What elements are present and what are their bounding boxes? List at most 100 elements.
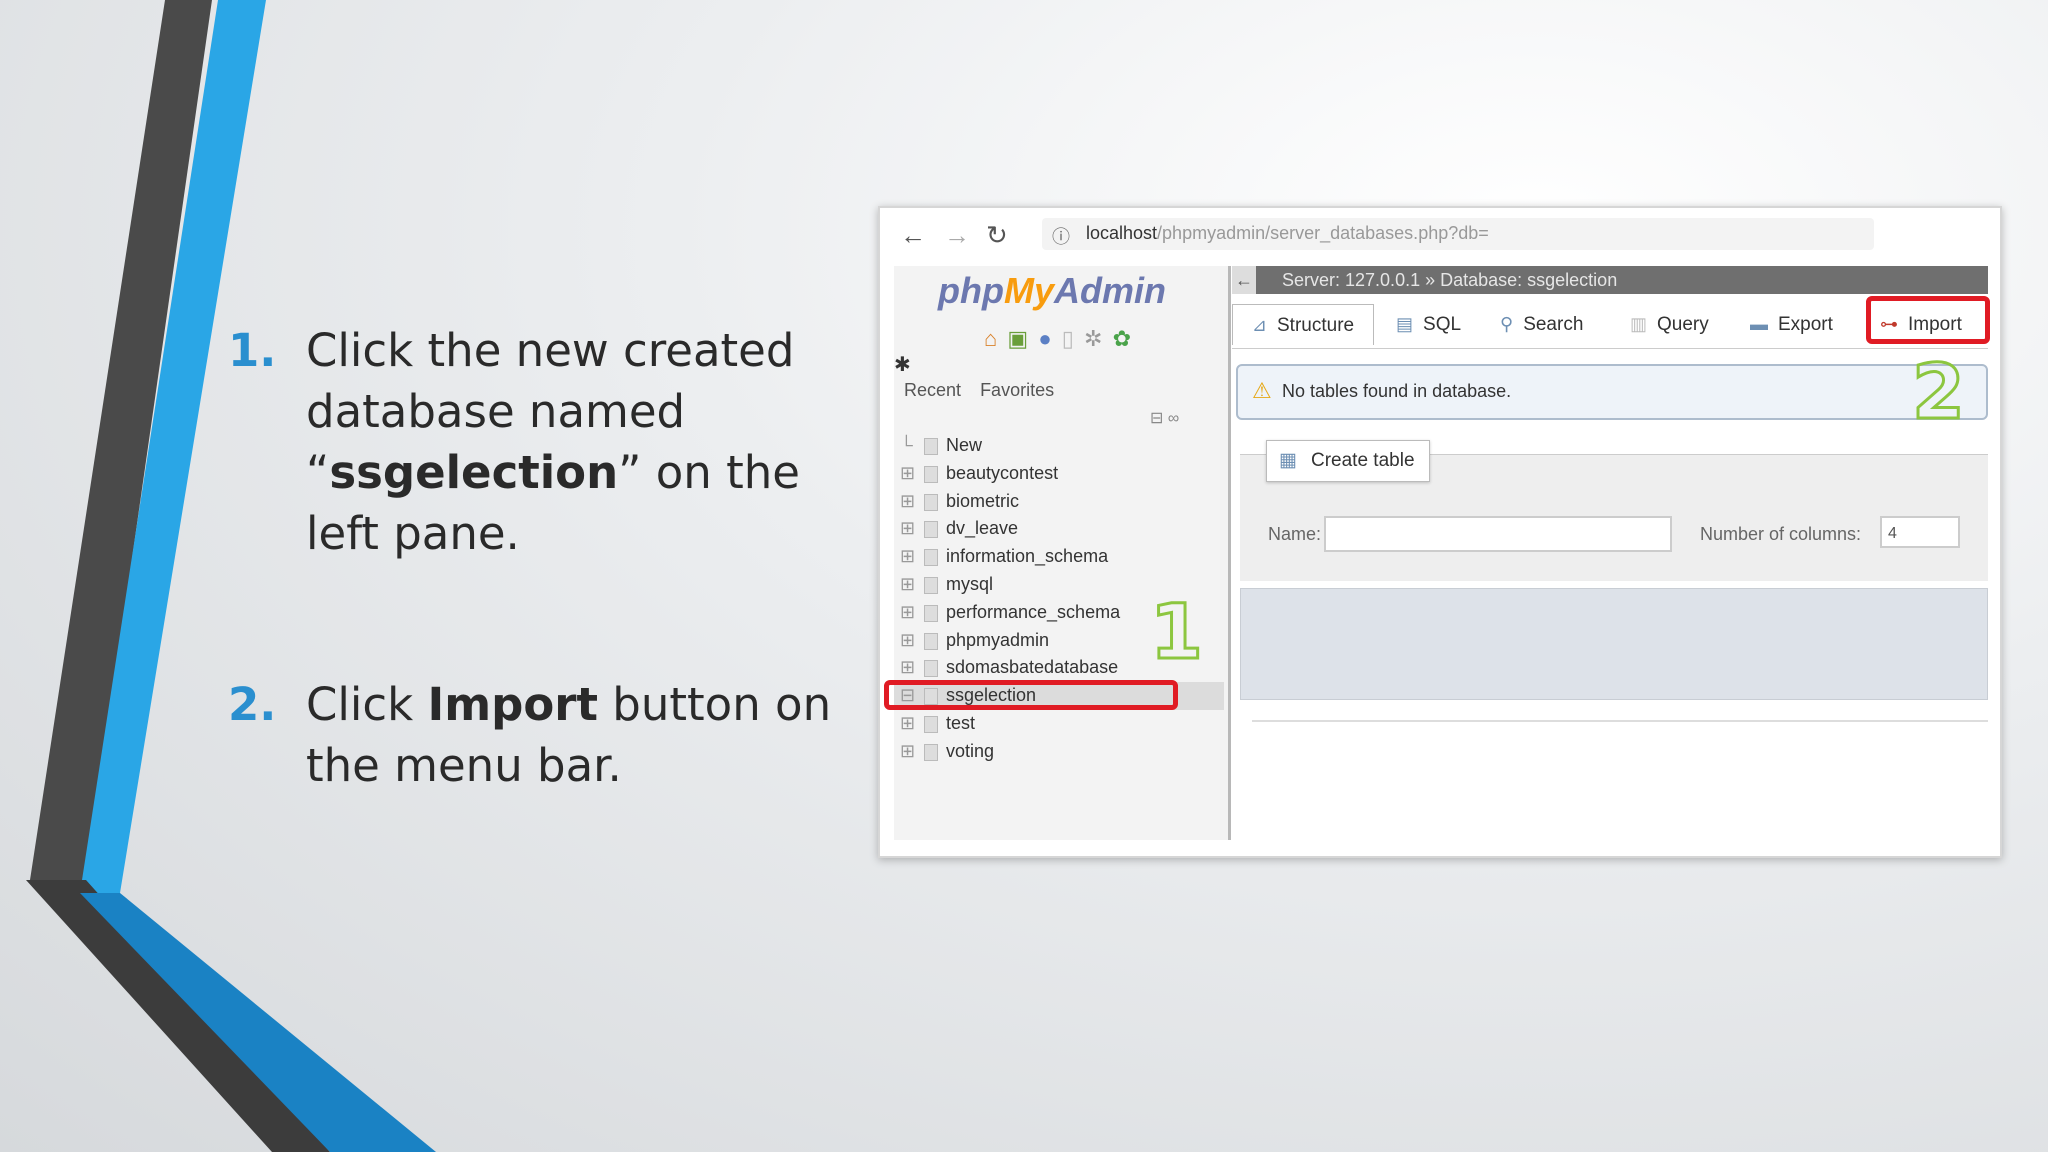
tab-label: Query: [1657, 314, 1709, 335]
breadcrumb[interactable]: Server: 127.0.0.1 » Database: ssgelectio…: [1282, 266, 1617, 294]
tree-item-label: dv_leave: [946, 518, 1019, 539]
tree-item-label: test: [946, 712, 976, 733]
instruction-step-2: 2. Click Import button on the menu bar.: [228, 674, 878, 796]
tab-sql[interactable]: ▤ SQL: [1396, 304, 1461, 344]
step-text-bold: ssgelection: [329, 446, 619, 499]
tree-item-label: New: [946, 435, 983, 455]
tree-item-label: beautycontest: [946, 462, 1059, 483]
tree-item-label: mysql: [946, 573, 994, 594]
structure-icon: ⊿: [1251, 315, 1267, 335]
expand-icon[interactable]: ⊞: [900, 599, 915, 626]
tab-search[interactable]: ⚲ Search: [1500, 304, 1583, 344]
home-icon[interactable]: ⌂: [984, 326, 999, 351]
marker-number-1: 1: [1149, 587, 1205, 676]
step-text-pre: Click: [306, 678, 428, 731]
create-table-label: Create table: [1311, 450, 1415, 471]
tree-item-label: information_schema: [946, 546, 1109, 567]
phpmyadmin-screenshot: ← → ↻ ⓘ localhost/phpmyadmin/server_data…: [878, 206, 2002, 858]
arrow-right-icon[interactable]: →: [944, 220, 970, 251]
refresh-icon[interactable]: ✿: [1113, 326, 1133, 351]
tab-favorites[interactable]: Favorites: [980, 380, 1054, 400]
warning-icon: ⚠: [1252, 378, 1272, 403]
export-icon: ▬: [1750, 314, 1768, 334]
table-add-icon: ▦: [1279, 450, 1297, 471]
logo-admin: Admin: [1054, 270, 1166, 311]
expand-icon[interactable]: ⊞: [900, 488, 915, 515]
tab-structure[interactable]: ⊿ Structure: [1232, 304, 1374, 345]
collapse-link-icon[interactable]: ⊟ ∞: [1150, 408, 1179, 428]
table-name-label: Name:: [1268, 524, 1322, 544]
collapse-nav-icon[interactable]: ←: [1232, 266, 1256, 294]
expand-icon[interactable]: ⊞: [900, 654, 915, 681]
phpmyadmin-logo[interactable]: phpMyAdmin: [938, 270, 1166, 312]
expand-icon[interactable]: ⊞: [900, 460, 915, 487]
new-db-icon: [924, 438, 938, 455]
expand-icon[interactable]: ⊞: [900, 543, 915, 570]
tree-item-voting[interactable]: ⊞ voting: [894, 738, 1224, 766]
expand-icon[interactable]: ⊞: [900, 710, 915, 737]
marker-number-2: 2: [1911, 347, 1967, 436]
tree-item-new[interactable]: └ New: [894, 432, 1224, 460]
navigation-pane: phpMyAdmin ⌂ ▣ ● ▯ ✲ ✿ ✱ Recent Favorite…: [894, 266, 1231, 840]
tab-label: SQL: [1423, 314, 1462, 335]
database-icon: [924, 632, 938, 650]
tab-export[interactable]: ▬ Export: [1750, 304, 1833, 344]
expand-icon[interactable]: ⊞: [900, 571, 915, 598]
columns-input[interactable]: 4: [1880, 516, 1960, 548]
recent-favorites-tabs: Recent Favorites: [904, 380, 1068, 401]
tab-query[interactable]: ▥ Query: [1630, 304, 1709, 344]
create-table-footer: [1240, 588, 1988, 700]
tree-item-beautycontest[interactable]: ⊞ beautycontest: [894, 460, 1224, 488]
step-text: Click Import button on the menu bar.: [306, 674, 878, 796]
table-name-input[interactable]: [1324, 516, 1672, 552]
loading-icon: ✱: [894, 354, 911, 376]
expand-icon[interactable]: ⊞: [900, 515, 915, 542]
highlight-ssgelection: [884, 680, 1178, 710]
tree-item-label: biometric: [946, 490, 1020, 511]
expand-icon[interactable]: ⊞: [900, 627, 915, 654]
expand-icon[interactable]: ⊞: [900, 738, 915, 765]
tab-recent[interactable]: Recent: [904, 380, 961, 400]
database-icon: [924, 660, 938, 678]
tree-item-dv-leave[interactable]: ⊞ dv_leave: [894, 515, 1224, 543]
browser-address-bar: ← → ↻ ⓘ localhost/phpmyadmin/server_data…: [880, 208, 2000, 262]
instruction-list: 1. Click the new created database named …: [228, 320, 878, 796]
database-icon: [924, 465, 938, 483]
url-field[interactable]: ⓘ localhost/phpmyadmin/server_databases.…: [1042, 218, 1874, 250]
tree-item-information-schema[interactable]: ⊞ information_schema: [894, 543, 1224, 571]
tree-item-biometric[interactable]: ⊞ biometric: [894, 488, 1224, 516]
tree-item-label: voting: [946, 740, 995, 761]
info-icon[interactable]: ⓘ: [1052, 223, 1070, 249]
step-text-bold: Import: [427, 678, 598, 731]
database-icon: [924, 604, 938, 622]
tree-item-label: performance_schema: [946, 601, 1121, 622]
tree-item-label: phpmyadmin: [946, 629, 1050, 650]
docs-icon[interactable]: ▯: [1062, 326, 1076, 351]
tree-item-test[interactable]: ⊞ test: [894, 710, 1224, 738]
url-path: /phpmyadmin/server_databases.php?db=: [1157, 223, 1489, 243]
arrow-left-icon[interactable]: ←: [900, 220, 926, 251]
gear-icon[interactable]: ✲: [1084, 326, 1104, 351]
logo-my: My: [1003, 270, 1054, 311]
tab-label: Structure: [1277, 315, 1355, 336]
database-icon: [924, 521, 938, 539]
database-icon: [924, 576, 938, 594]
search-icon: ⚲: [1500, 314, 1514, 334]
instruction-step-1: 1. Click the new created database named …: [228, 320, 878, 564]
tree-item-label: sdomasbatedatabase: [946, 657, 1119, 678]
help-icon[interactable]: ●: [1038, 326, 1053, 351]
breadcrumb-bar: ← Server: 127.0.0.1 » Database: ssgelect…: [1232, 266, 1988, 294]
no-tables-notice: ⚠ No tables found in database.: [1236, 364, 1988, 420]
step-text: Click the new created database named “ss…: [306, 320, 878, 564]
logout-icon[interactable]: ▣: [1007, 326, 1030, 351]
tab-label: Search: [1523, 314, 1584, 335]
dark-stripe-bottom: [26, 880, 330, 1152]
create-table-button[interactable]: ▦ Create table: [1266, 440, 1430, 482]
database-icon: [924, 549, 938, 567]
sidebar-toolbar: ⌂ ▣ ● ▯ ✲ ✿: [984, 326, 1133, 352]
database-icon: [924, 743, 938, 761]
query-icon: ▥: [1630, 314, 1648, 334]
logo-php: php: [938, 270, 1004, 311]
step-number: 2.: [228, 678, 277, 731]
reload-icon[interactable]: ↻: [986, 220, 1008, 251]
